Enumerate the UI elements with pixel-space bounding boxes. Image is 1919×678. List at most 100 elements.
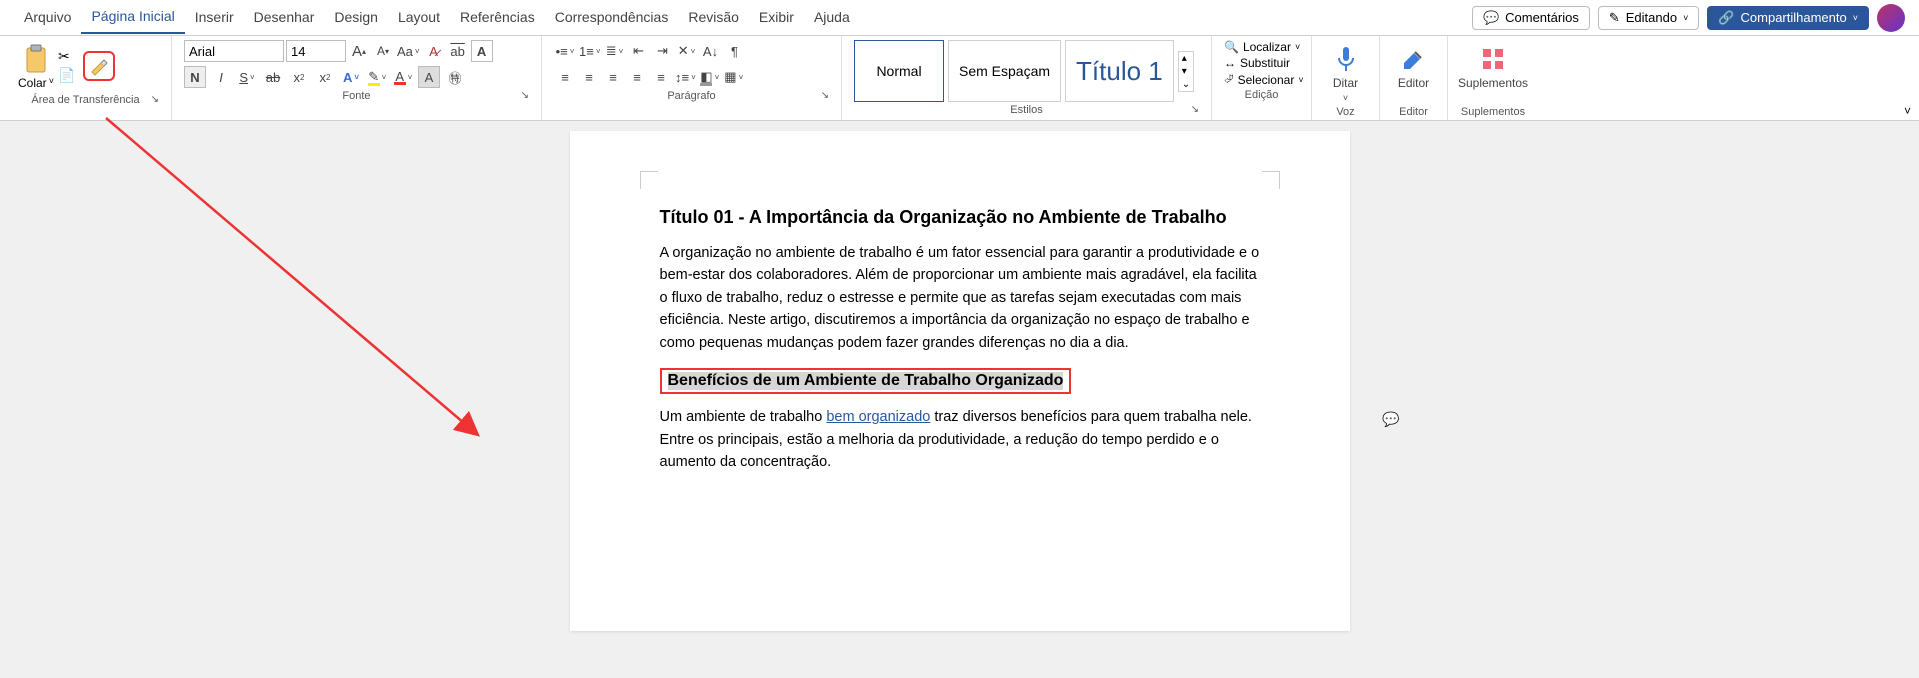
borders-button[interactable]: ▦˅ bbox=[723, 66, 745, 88]
cut-button[interactable]: ✂ bbox=[56, 48, 77, 65]
tab-inserir[interactable]: Inserir bbox=[185, 3, 244, 33]
superscript-button[interactable]: x2 bbox=[314, 66, 336, 88]
tab-arquivo[interactable]: Arquivo bbox=[14, 3, 81, 33]
addins-button[interactable] bbox=[1480, 42, 1506, 76]
share-label: Compartilhamento bbox=[1741, 10, 1847, 25]
tab-exibir[interactable]: Exibir bbox=[749, 3, 804, 33]
doc-paragraph-1[interactable]: A organização no ambiente de trabalho é … bbox=[660, 242, 1260, 354]
user-avatar[interactable] bbox=[1877, 4, 1905, 32]
tab-layout[interactable]: Layout bbox=[388, 3, 450, 33]
find-label: Localizar bbox=[1243, 40, 1291, 54]
group-styles: Normal Sem Espaçam Título 1 ▴ ▾ ⌄ Estilo… bbox=[842, 36, 1212, 120]
font-group-label: Fonte bbox=[342, 90, 370, 102]
text-effects-button[interactable]: A˅ bbox=[340, 66, 362, 88]
highlight-button[interactable]: ✎˅ bbox=[366, 66, 388, 88]
numbering-button[interactable]: 1≡˅ bbox=[578, 40, 602, 62]
subscript-button[interactable]: x2 bbox=[288, 66, 310, 88]
font-size-combo[interactable] bbox=[286, 40, 346, 62]
dictate-button[interactable] bbox=[1334, 42, 1358, 76]
share-button[interactable]: 🔗Compartilhamento˅ bbox=[1707, 6, 1869, 30]
tab-revisao[interactable]: Revisão bbox=[678, 3, 749, 33]
tab-design[interactable]: Design bbox=[324, 3, 388, 33]
strikethrough-button[interactable]: ab bbox=[262, 66, 284, 88]
underline-button[interactable]: S˅ bbox=[236, 66, 258, 88]
editor-group-label: Editor bbox=[1399, 106, 1428, 118]
dictate-label: Ditar bbox=[1333, 76, 1358, 90]
format-painter-button[interactable] bbox=[83, 51, 115, 81]
asian-layout-button[interactable]: ✕˅ bbox=[676, 40, 698, 62]
shading-button[interactable]: ◧˅ bbox=[699, 66, 721, 88]
align-center-button[interactable]: ≡ bbox=[578, 66, 600, 88]
line-spacing-button[interactable]: ↕≡˅ bbox=[674, 66, 697, 88]
editor-button[interactable] bbox=[1400, 42, 1428, 76]
doc-hyperlink[interactable]: bem organizado bbox=[826, 409, 930, 425]
character-border-button[interactable]: A bbox=[471, 40, 493, 62]
justify-button[interactable]: ≡ bbox=[626, 66, 648, 88]
group-voice: Ditar˅ Voz bbox=[1312, 36, 1380, 120]
group-editing: 🔍Localizar˅ ↔Substituir ⮰Selecionar˅ Edi… bbox=[1212, 36, 1312, 120]
align-right-button[interactable]: ≡ bbox=[602, 66, 624, 88]
comments-label: Comentários bbox=[1505, 10, 1579, 25]
paragraph-group-label: Parágrafo bbox=[667, 90, 715, 102]
bullets-button[interactable]: •≡˅ bbox=[554, 40, 576, 62]
editing-mode-button[interactable]: ✎Editando˅ bbox=[1598, 6, 1700, 30]
paragraph-launcher[interactable]: ↘ bbox=[821, 90, 829, 101]
style-title-1[interactable]: Título 1 bbox=[1065, 40, 1174, 102]
tab-correspondencias[interactable]: Correspondências bbox=[545, 3, 679, 33]
distributed-button[interactable]: ≡ bbox=[650, 66, 672, 88]
group-font: A▴ A▾ Aa˅ A̷ ab A N I S˅ ab x2 x2 A˅ ✎˅ … bbox=[172, 36, 542, 120]
copy-button[interactable]: 📄 bbox=[56, 67, 77, 84]
tab-referencias[interactable]: Referências bbox=[450, 3, 545, 33]
cursor-icon: ⮰ bbox=[1224, 72, 1234, 87]
styles-launcher[interactable]: ↘ bbox=[1191, 104, 1199, 115]
style-normal[interactable]: Normal bbox=[854, 40, 944, 102]
document-area[interactable]: Título 01 - A Importância da Organização… bbox=[0, 121, 1919, 631]
font-name-combo[interactable] bbox=[184, 40, 284, 62]
phonetic-guide-button[interactable]: ab bbox=[447, 40, 469, 62]
enclose-characters-button[interactable]: ㊕ bbox=[444, 66, 466, 88]
select-button[interactable]: ⮰Selecionar˅ bbox=[1224, 72, 1299, 87]
paste-label[interactable]: Colar bbox=[18, 76, 47, 90]
find-button[interactable]: 🔍Localizar˅ bbox=[1224, 40, 1299, 54]
increase-indent-button[interactable]: ⇥ bbox=[652, 40, 674, 62]
editing-group-label: Edição bbox=[1245, 89, 1279, 101]
shrink-font-button[interactable]: A▾ bbox=[372, 40, 394, 62]
tab-pagina-inicial[interactable]: Página Inicial bbox=[81, 2, 184, 34]
group-clipboard: Colar˅ ✂ 📄 Área de Transferência↘ bbox=[0, 36, 172, 120]
comments-button[interactable]: 💬Comentários bbox=[1472, 6, 1590, 30]
decrease-indent-button[interactable]: ⇤ bbox=[628, 40, 650, 62]
document-page[interactable]: Título 01 - A Importância da Organização… bbox=[570, 131, 1350, 631]
character-shading-button[interactable]: A bbox=[418, 66, 440, 88]
margin-corner-tr bbox=[1262, 171, 1280, 189]
collapse-ribbon-button[interactable]: ˅ bbox=[1904, 104, 1911, 118]
sort-button[interactable]: A↓ bbox=[700, 40, 722, 62]
doc-paragraph-2[interactable]: Um ambiente de trabalho bem organizado t… bbox=[660, 406, 1260, 473]
add-comment-side-button[interactable]: 💬 bbox=[1382, 411, 1399, 428]
bold-button[interactable]: N bbox=[184, 66, 206, 88]
styles-down-button[interactable]: ▾ bbox=[1179, 65, 1193, 78]
multilevel-list-button[interactable]: ≣˅ bbox=[604, 40, 626, 62]
search-icon: 🔍 bbox=[1224, 40, 1239, 54]
doc-heading-2[interactable]: Benefícios de um Ambiente de Trabalho Or… bbox=[668, 372, 1064, 390]
change-case-button[interactable]: Aa˅ bbox=[396, 40, 421, 62]
select-label: Selecionar bbox=[1238, 73, 1295, 87]
font-color-button[interactable]: A˅ bbox=[392, 66, 414, 88]
clipboard-launcher[interactable]: ↘ bbox=[151, 94, 159, 105]
show-marks-button[interactable]: ¶ bbox=[724, 40, 746, 62]
styles-up-button[interactable]: ▴ bbox=[1179, 52, 1193, 65]
doc-heading-1[interactable]: Título 01 - A Importância da Organização… bbox=[660, 207, 1260, 228]
replace-icon: ↔ bbox=[1224, 56, 1236, 70]
italic-button[interactable]: I bbox=[210, 66, 232, 88]
style-no-spacing[interactable]: Sem Espaçam bbox=[948, 40, 1061, 102]
replace-button[interactable]: ↔Substituir bbox=[1224, 56, 1299, 70]
tab-desenhar[interactable]: Desenhar bbox=[244, 3, 325, 33]
tab-ajuda[interactable]: Ajuda bbox=[804, 3, 860, 33]
clear-formatting-button[interactable]: A̷ bbox=[423, 40, 445, 62]
font-launcher[interactable]: ↘ bbox=[521, 90, 529, 101]
paste-icon bbox=[22, 42, 50, 76]
grow-font-button[interactable]: A▴ bbox=[348, 40, 370, 62]
styles-group-label: Estilos bbox=[1010, 104, 1042, 116]
styles-more-button[interactable]: ⌄ bbox=[1179, 78, 1193, 91]
group-paragraph: •≡˅ 1≡˅ ≣˅ ⇤ ⇥ ✕˅ A↓ ¶ ≡ ≡ ≡ ≡ ≡ ↕≡˅ ◧˅ … bbox=[542, 36, 842, 120]
align-left-button[interactable]: ≡ bbox=[554, 66, 576, 88]
